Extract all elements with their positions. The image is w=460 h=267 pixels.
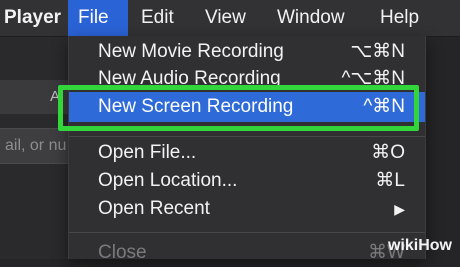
watermark-wiki: wiki — [387, 237, 419, 254]
menu-item-open-recent[interactable]: Open Recent ▶ — [69, 195, 425, 223]
menu-separator — [69, 232, 425, 233]
background-toolbar-glyph: A — [50, 88, 61, 105]
menu-item-label: New Screen Recording — [98, 96, 294, 117]
menu-file[interactable]: File — [68, 0, 128, 36]
menu-item-label: New Movie Recording — [98, 41, 284, 62]
menu-window[interactable]: Window — [267, 0, 355, 36]
background-toolbar — [0, 80, 72, 114]
submenu-arrow-icon: ▶ — [394, 201, 405, 217]
menu-item-label: Close — [98, 242, 147, 263]
menu-separator — [69, 136, 425, 137]
menu-item-close[interactable]: Close ⌘W — [69, 239, 425, 267]
menu-item-label: Open Recent — [98, 198, 210, 219]
menu-item-label: Open File... — [98, 142, 197, 163]
menu-edit[interactable]: Edit — [131, 0, 184, 36]
menu-view[interactable]: View — [195, 0, 256, 36]
menu-bar: Player File Edit View Window Help — [0, 0, 460, 37]
menu-item-shortcut: ^⌥⌘N — [341, 68, 405, 89]
menu-item-new-audio-recording[interactable]: New Audio Recording ^⌥⌘N — [69, 65, 425, 93]
menu-item-new-movie-recording[interactable]: New Movie Recording ⌥⌘N — [69, 38, 425, 66]
menu-item-new-screen-recording[interactable]: New Screen Recording ^⌘N — [69, 92, 425, 122]
menu-help[interactable]: Help — [370, 0, 429, 36]
wikihow-watermark: wikiHow — [388, 237, 452, 255]
file-menu-dropdown: New Movie Recording ⌥⌘N New Audio Record… — [68, 36, 426, 263]
watermark-how: How — [418, 237, 452, 254]
menu-item-open-file[interactable]: Open File... ⌘O — [69, 139, 425, 167]
menu-item-open-location[interactable]: Open Location... ⌘L — [69, 167, 425, 195]
menu-item-label: Open Location... — [98, 170, 238, 191]
menu-item-shortcut: ^⌘N — [363, 96, 405, 117]
menu-item-label: New Audio Recording — [98, 68, 281, 89]
menu-app-name[interactable]: Player — [0, 0, 72, 36]
menu-item-shortcut: ⌥⌘N — [350, 41, 405, 62]
menu-item-shortcut: ⌘L — [375, 170, 405, 191]
menu-item-shortcut: ⌘O — [371, 142, 405, 163]
background-search-input[interactable]: ail, or nu — [0, 128, 70, 164]
